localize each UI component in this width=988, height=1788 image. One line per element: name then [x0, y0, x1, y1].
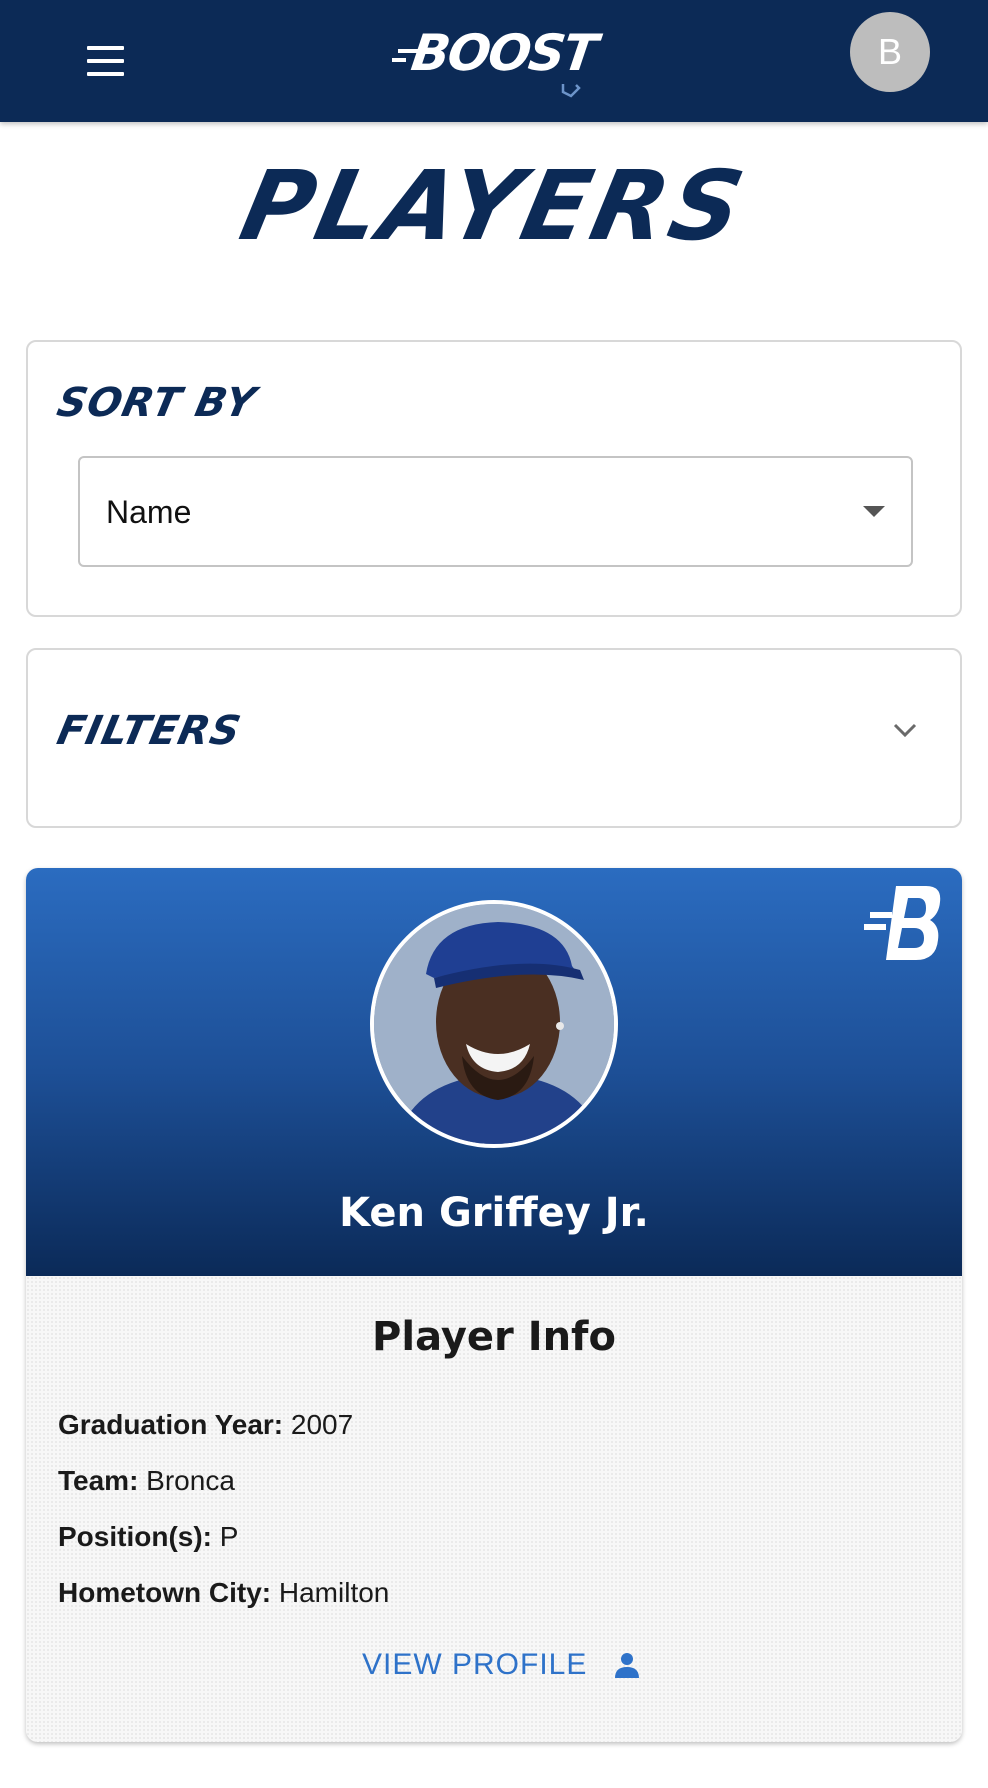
info-value: P — [219, 1521, 239, 1552]
logo-text: BOOST — [407, 24, 600, 82]
player-name: Ken Griffey Jr. — [339, 1190, 649, 1236]
player-card: Ken Griffey Jr. Player Info Graduation Y… — [26, 868, 962, 1742]
view-profile-label: VIEW PROFILE — [362, 1648, 588, 1681]
player-info-section: Player Info Graduation Year: 2007 Team: … — [26, 1276, 962, 1742]
filters-heading: FILTERS — [53, 708, 246, 754]
chevron-down-icon[interactable] — [890, 720, 920, 740]
info-label: Team: — [58, 1465, 139, 1496]
user-avatar[interactable]: B — [850, 12, 930, 92]
dropdown-arrow-icon — [863, 506, 885, 517]
logo-check-icon — [561, 84, 581, 98]
sort-panel: SORT BY Name — [26, 340, 962, 617]
sort-select[interactable]: Name — [78, 456, 913, 567]
graduation-year-row: Graduation Year: 2007 — [58, 1409, 353, 1441]
player-photo-illustration — [374, 904, 614, 1144]
player-card-header: Ken Griffey Jr. — [26, 868, 962, 1276]
sort-select-value: Name — [106, 494, 192, 530]
info-value: Bronca — [146, 1465, 235, 1496]
info-label: Hometown City: — [58, 1577, 272, 1608]
player-info-title: Player Info — [372, 1314, 616, 1360]
top-app-bar: BOOST B — [0, 0, 988, 122]
team-row: Team: Bronca — [58, 1465, 235, 1497]
boost-logo[interactable]: BOOST — [392, 22, 602, 98]
page-title: PLAYERS — [231, 150, 757, 262]
person-icon — [615, 1653, 640, 1678]
player-photo — [370, 900, 618, 1148]
info-value: Hamilton — [278, 1577, 390, 1608]
info-value: 2007 — [290, 1409, 354, 1440]
logo-speed-line — [392, 58, 406, 62]
filters-accordion[interactable]: FILTERS — [26, 648, 962, 828]
hometown-city-row: Hometown City: Hamilton — [58, 1577, 389, 1609]
view-profile-button[interactable]: VIEW PROFILE — [362, 1648, 640, 1682]
positions-row: Position(s): P — [58, 1521, 238, 1553]
hamburger-menu-icon[interactable] — [78, 36, 134, 86]
info-label: Position(s): — [58, 1521, 212, 1552]
boost-b-logo — [864, 886, 941, 960]
sort-by-heading: SORT BY — [53, 380, 261, 426]
info-label: Graduation Year: — [58, 1409, 284, 1440]
